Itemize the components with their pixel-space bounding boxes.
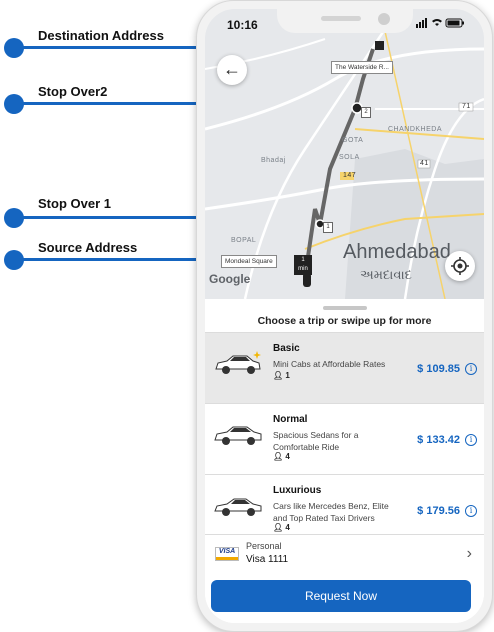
map-area-chandkheda: CHANDKHEDA (388, 126, 443, 133)
back-arrow-icon: ← (223, 59, 241, 79)
map-city-label: Ahmedabad (343, 241, 451, 263)
seat-count: 👤︎ 4 (273, 523, 290, 532)
callout-stopover2-text: Stop Over2 (38, 84, 108, 99)
seat-number: 4 (285, 452, 290, 461)
option-description: Mini Cabs at Affordable Rates (273, 359, 386, 369)
eta-number: 1 (301, 257, 305, 263)
back-button[interactable]: ← (217, 55, 247, 85)
stop1-marker-number: 1 (323, 222, 333, 233)
eta-unit: min (298, 266, 308, 272)
person-icon: 👤︎ (273, 452, 284, 461)
eta-badge: 1 min (294, 255, 312, 275)
callout-destination-text: Destination Address (38, 28, 164, 43)
trip-options-sheet: Choose a trip or swipe up for more Basic… (205, 299, 484, 623)
info-icon[interactable]: i (465, 363, 477, 375)
option-name: Basic (273, 343, 300, 354)
option-name: Luxurious (273, 485, 322, 496)
road-number-71: 71 (462, 103, 471, 110)
crosshair-icon (451, 257, 469, 275)
option-description: Spacious Sedans for a Comfortable Ride (273, 430, 359, 452)
map-area-sola: SOLA (339, 154, 360, 161)
canvas: Destination Address Stop Over2 Stop Over… (0, 0, 494, 632)
person-icon: 👤︎ (273, 371, 284, 380)
payment-card-name: Visa 1111 (246, 554, 289, 565)
road-number-147: 147 (343, 172, 357, 179)
payment-method-row[interactable]: VISA Personal Visa 1111 › (205, 535, 484, 573)
person-icon: 👤︎ (273, 523, 284, 532)
stop2-marker-number: 2 (361, 107, 371, 118)
road-number-41: 41 (420, 160, 429, 167)
seat-number: 4 (285, 523, 290, 532)
google-attribution: Google (209, 272, 251, 286)
signal-wifi-battery-icon (416, 18, 464, 28)
source-label: Mondeal Square (221, 255, 277, 268)
option-price: $ 109.85 (417, 363, 460, 375)
visa-card-icon: VISA (215, 547, 239, 561)
option-price: $ 133.42 (417, 434, 460, 446)
option-description: Cars like Mercedes Benz, Elite and Top R… (273, 501, 389, 523)
info-icon[interactable]: i (465, 505, 477, 517)
callout-source-text: Source Address (38, 240, 138, 255)
car-normal-icon (214, 426, 262, 445)
request-now-button[interactable]: Request Now (211, 580, 471, 612)
drag-handle[interactable] (323, 306, 367, 310)
seat-count: 👤︎ 1 (273, 371, 290, 380)
car-basic-icon (215, 351, 261, 374)
sheet-title: Choose a trip or swipe up for more (257, 315, 432, 327)
info-icon[interactable]: i (465, 434, 477, 446)
destination-label: The Waterside R... (331, 61, 393, 74)
trip-option-basic[interactable]: Basic Mini Cabs at Affordable Rates 👤︎ 1… (205, 333, 484, 403)
chevron-right-icon: › (466, 545, 472, 562)
map-city-label-gujarati: અમદાવાદ (360, 267, 412, 282)
car-luxurious-icon (214, 498, 262, 516)
status-icons (416, 18, 466, 31)
payment-profile-label: Personal (246, 541, 282, 551)
status-time: 10:16 (227, 18, 258, 32)
app-screen: 10:16 147 71 41 GOTA CHANDKHEDA Bhadaj B… (205, 9, 484, 623)
map-area-gota: GOTA (342, 137, 364, 144)
seat-number: 1 (285, 371, 290, 380)
map-view[interactable]: 147 71 41 GOTA CHANDKHEDA Bhadaj BOPAL S… (205, 9, 484, 299)
map-area-bhadaj: Bhadaj (261, 157, 286, 164)
recenter-button[interactable] (445, 251, 475, 281)
status-bar: 10:16 (205, 9, 484, 39)
map-area-bopal: BOPAL (231, 237, 257, 244)
option-price: $ 179.56 (417, 505, 460, 517)
phone-frame: 10:16 147 71 41 GOTA CHANDKHEDA Bhadaj B… (196, 0, 493, 632)
callout-stopover1-text: Stop Over 1 (38, 196, 111, 211)
trip-option-normal[interactable]: Normal Spacious Sedans for a Comfortable… (205, 404, 484, 474)
option-name: Normal (273, 414, 308, 425)
seat-count: 👤︎ 4 (273, 452, 290, 461)
